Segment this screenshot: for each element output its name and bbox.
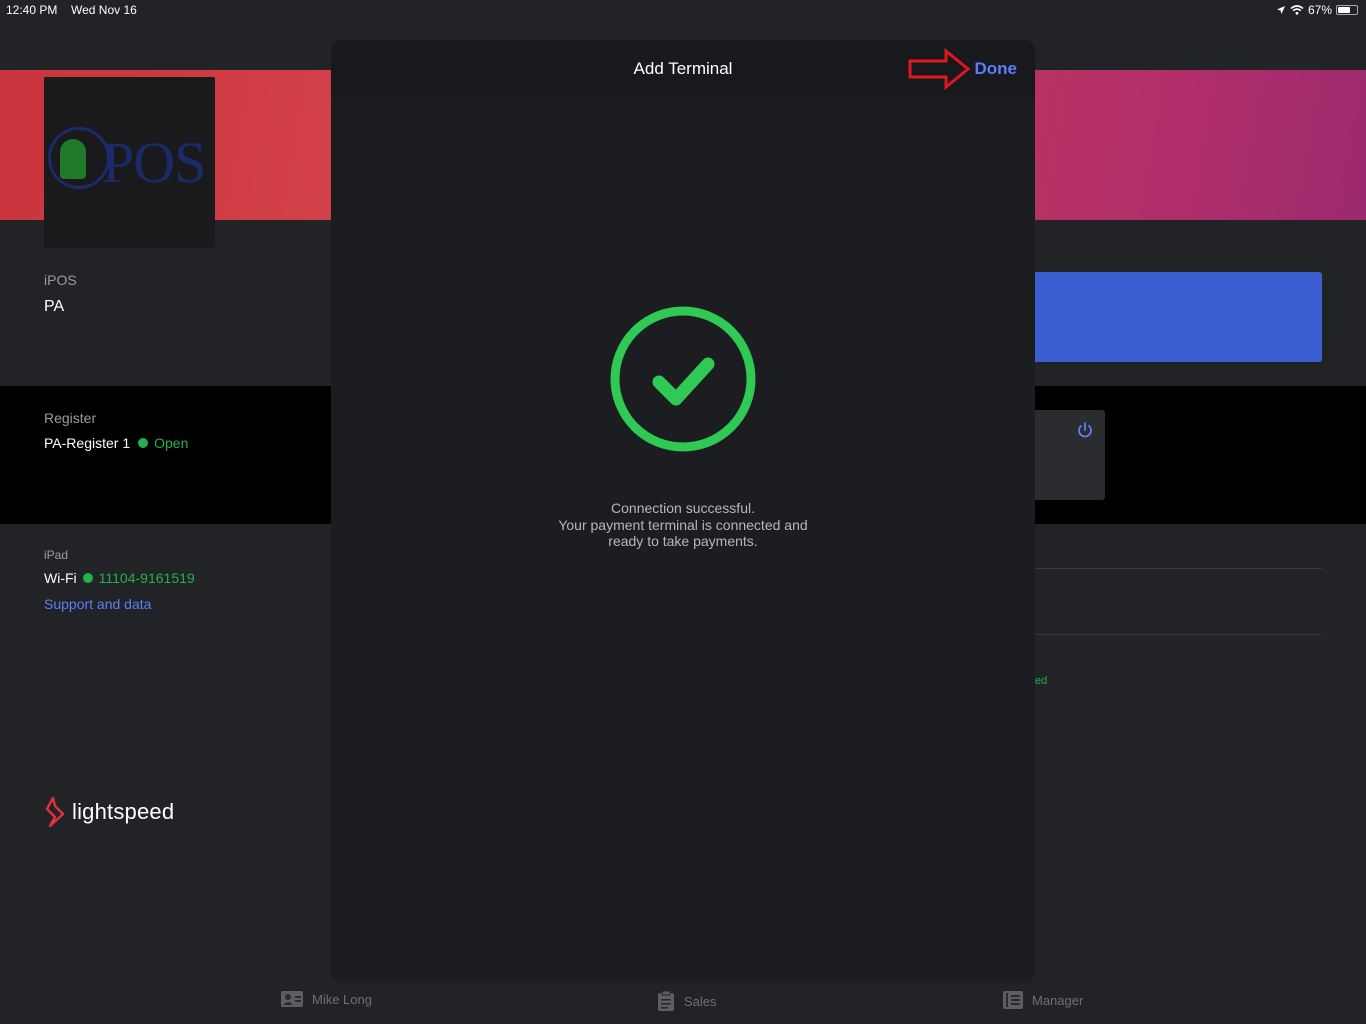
store-name: PA: [44, 298, 65, 315]
power-icon[interactable]: [1076, 421, 1094, 439]
battery-percent: 67%: [1307, 3, 1332, 17]
background-status-text: ed: [1035, 675, 1048, 687]
connection-message: Connection successful. Your payment term…: [331, 500, 1035, 550]
wifi-status-dot-icon: [82, 573, 93, 583]
modal-header: Add Terminal Done: [331, 40, 1035, 97]
tab-bar: Mike Long Sales Manager: [0, 984, 1366, 1024]
divider: [1030, 634, 1322, 635]
brand-name: lightspeed: [72, 799, 175, 824]
screen: 12:40 PM Wed Nov 16 67% POS iPOS PA Regi…: [0, 0, 1366, 1024]
add-terminal-modal: Add Terminal Done Connection successful.…: [331, 40, 1035, 983]
status-right: 67%: [1276, 3, 1358, 17]
support-and-data-link[interactable]: Support and data: [44, 596, 151, 612]
user-card-icon: [281, 991, 303, 1007]
location-icon: [1276, 6, 1285, 14]
tab-sales[interactable]: Sales: [656, 990, 717, 1012]
store-label: iPOS: [44, 272, 77, 288]
lightspeed-logo: lightspeed: [44, 797, 174, 827]
store-logo: POS: [44, 77, 215, 248]
status-bar: 12:40 PM Wed Nov 16 67%: [0, 0, 1366, 22]
tab-label: Sales: [684, 993, 717, 1009]
register-status: Open: [154, 435, 189, 451]
status-date: Wed Nov 16: [71, 3, 137, 17]
message-line-2: Your payment terminal is connected and: [558, 516, 808, 533]
status-time: 12:40 PM: [6, 3, 58, 17]
clipboard-icon: [658, 990, 674, 1011]
divider: [1030, 568, 1322, 569]
success-check-icon: [610, 306, 756, 452]
wifi-row: Wi-Fi 11104-9161519: [44, 570, 195, 586]
register-name: PA-Register 1: [44, 435, 131, 451]
status-dot-icon: [138, 438, 149, 448]
register-label: Register: [44, 410, 97, 426]
background-blue-card: [1030, 272, 1322, 362]
wifi-network-name: 11104-9161519: [98, 570, 195, 586]
wifi-icon: [1290, 5, 1304, 15]
done-button[interactable]: Done: [975, 59, 1018, 79]
logo-word: POS: [102, 130, 206, 195]
flame-icon: [45, 797, 65, 827]
message-line-1: Connection successful.: [611, 500, 755, 516]
battery-icon: [1336, 5, 1358, 15]
keyhole-icon: [60, 139, 86, 179]
red-arrow-annotation-icon: [908, 48, 971, 90]
register-row: PA-Register 1 Open: [44, 435, 188, 451]
tab-manager[interactable]: Manager: [1002, 990, 1083, 1010]
device-label: iPad: [44, 548, 69, 562]
tab-label: Mike Long: [312, 991, 372, 1007]
tab-label: Manager: [1032, 992, 1084, 1008]
ledger-icon: [1003, 991, 1023, 1009]
message-line-3: ready to take payments.: [608, 533, 758, 549]
wifi-label: Wi-Fi: [44, 570, 77, 586]
tab-mike-long[interactable]: Mike Long: [280, 990, 372, 1008]
